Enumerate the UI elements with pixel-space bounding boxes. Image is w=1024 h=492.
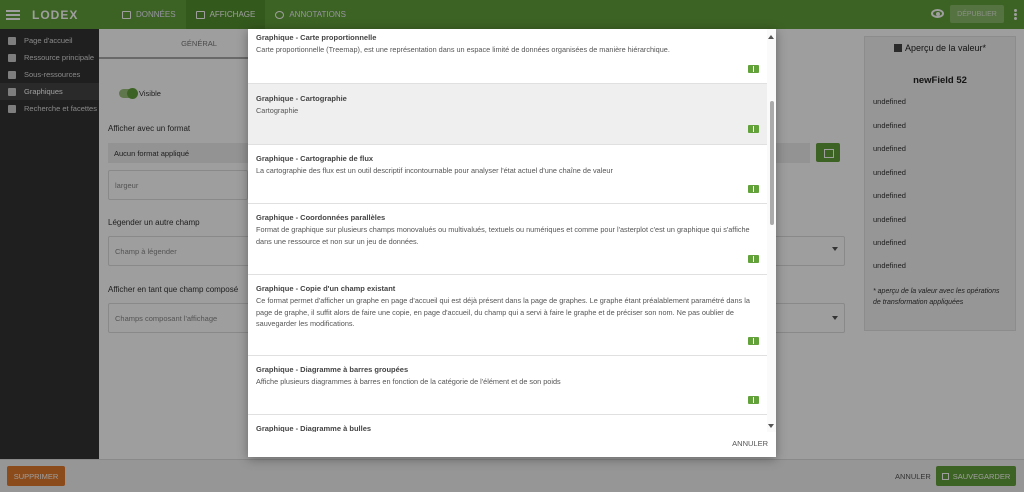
format-item-description: Ce format permet d'afficher un graphe en… (256, 296, 750, 328)
scrollbar-track[interactable] (767, 29, 776, 432)
format-item[interactable]: Graphique - Cartographie Cartographie (248, 84, 767, 145)
format-item-description: Affiche plusieurs diagrammes à barres en… (256, 377, 561, 386)
format-item-description: Carte proportionnelle (Treemap), est une… (256, 45, 670, 54)
scroll-up-arrow-icon[interactable] (768, 35, 774, 39)
format-item-title: Graphique - Cartographie de flux (256, 154, 374, 163)
format-item-title: Graphique - Diagramme à barres groupées (256, 365, 409, 374)
documentation-book-icon[interactable] (748, 185, 759, 193)
format-item-title: Graphique - Diagramme à bulles (256, 424, 372, 432)
format-item[interactable]: Graphique - Copie d'un champ existant Ce… (248, 275, 767, 356)
format-item-description: Cartographie (256, 106, 299, 115)
format-item-title: Graphique - Copie d'un champ existant (256, 284, 396, 293)
documentation-book-icon[interactable] (748, 65, 759, 73)
format-item[interactable]: Graphique - Coordonnées parallèles Forma… (248, 204, 767, 275)
format-item-description: La cartographie des flux est un outil de… (256, 166, 613, 175)
format-item[interactable]: Graphique - Diagramme à barres groupées … (248, 356, 767, 415)
documentation-book-icon[interactable] (748, 125, 759, 133)
format-item-title: Graphique - Carte proportionnelle (256, 33, 377, 42)
scrollbar-thumb[interactable] (770, 101, 774, 225)
format-item[interactable]: Graphique - Carte proportionnelle Carte … (248, 29, 767, 84)
format-item[interactable]: Graphique - Diagramme à bulles (248, 415, 767, 432)
format-list[interactable]: Graphique - Carte proportionnelle Carte … (248, 29, 767, 432)
modal-cancel-button[interactable]: ANNULER (732, 439, 768, 448)
format-picker-modal: Graphique - Carte proportionnelle Carte … (248, 29, 776, 457)
format-item-title: Graphique - Cartographie (256, 94, 347, 103)
format-item[interactable]: Graphique - Cartographie de flux La cart… (248, 145, 767, 204)
scroll-down-arrow-icon[interactable] (768, 424, 774, 428)
documentation-book-icon[interactable] (748, 396, 759, 404)
format-item-description: Format de graphique sur plusieurs champs… (256, 225, 750, 246)
format-item-title: Graphique - Coordonnées parallèles (256, 213, 386, 222)
documentation-book-icon[interactable] (748, 255, 759, 263)
documentation-book-icon[interactable] (748, 337, 759, 345)
